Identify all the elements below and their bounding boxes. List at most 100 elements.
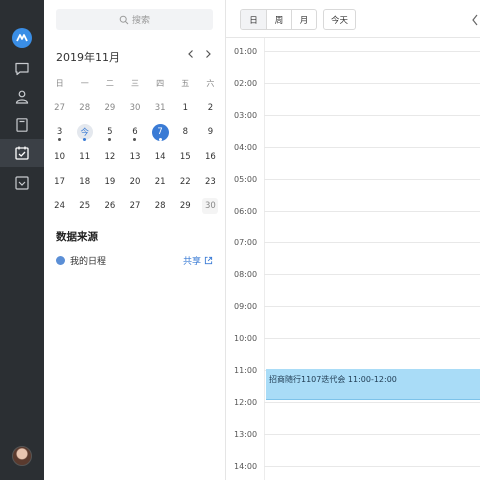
hour-label: 13:00 [234,429,258,439]
calendar-day[interactable]: 31 [148,96,173,121]
calendar-day[interactable]: 29 [97,96,122,121]
day-number: 3 [56,127,63,138]
calendar-source-item[interactable]: 我的日程 [56,254,106,267]
calendar-day[interactable]: 30 [198,194,223,219]
calendar-day[interactable]: 2 [198,96,223,121]
view-month-button[interactable]: 月 [291,10,316,29]
calendar-day[interactable]: 19 [97,169,122,194]
hour-row: 08:00 [226,261,480,293]
hour-row: 10:00 [226,325,480,357]
day-number: 30 [202,198,219,215]
event-dot [158,137,162,141]
calendar-day[interactable]: 1 [173,96,198,121]
app-rail [0,0,44,480]
month-label: 2019年11月 [56,51,120,64]
day-number: 6 [132,127,138,138]
hour-label: 04:00 [234,142,258,152]
view-week-button[interactable]: 周 [266,10,291,29]
calendar-day[interactable]: 29 [173,194,198,219]
side-panel: 搜索 2019年11月 日 一 二 三 四 五 六 27 28 29 30 31… [44,0,226,480]
calendar-day[interactable]: 16 [198,145,223,170]
calendar-day[interactable]: 3 [47,120,72,145]
calendar-event[interactable]: 招商随行1107迭代会 11:00-12:00 [266,369,480,400]
calendar-day[interactable]: 12 [97,145,122,170]
calendar-day[interactable]: 18 [72,169,97,194]
event-dot [133,137,137,141]
calendar-day[interactable]: 17 [47,169,72,194]
calendar-day[interactable]: 23 [198,169,223,194]
calendar-day-selected[interactable]: 7 [148,120,173,145]
chevron-right-icon [206,50,211,58]
calendar-day[interactable]: 27 [47,96,72,121]
calendar-day[interactable]: 15 [173,145,198,170]
search-input[interactable]: 搜索 [56,9,213,30]
calendar-day[interactable]: 11 [72,145,97,170]
calendar-week: 27 28 29 30 31 1 2 [47,96,223,121]
hour-label: 06:00 [234,206,258,216]
user-avatar[interactable] [12,446,32,466]
hour-row: 04:00 [226,134,480,166]
hour-label: 09:00 [234,302,258,312]
event-dot [58,137,62,141]
inbox-icon[interactable] [0,169,44,197]
hour-label: 07:00 [234,238,258,248]
weekday-label: 三 [130,78,139,88]
calendar-day[interactable]: 8 [173,120,198,145]
calendar-day[interactable]: 5 [97,120,122,145]
calendar-day[interactable]: 13 [122,145,147,170]
docs-icon[interactable] [0,111,44,139]
calendar-icon[interactable] [0,139,44,167]
calendar-day[interactable]: 21 [148,169,173,194]
mini-calendar: 日 一 二 三 四 五 六 27 28 29 30 31 1 2 3 今 5 6… [47,71,223,219]
hour-label: 02:00 [234,78,258,88]
calendar-day[interactable]: 27 [122,194,147,219]
logo-icon[interactable] [12,28,32,48]
weekday-label: 六 [206,78,215,88]
hour-label: 05:00 [234,174,258,184]
today-button[interactable]: 今天 [323,9,356,30]
event-dot [83,137,87,141]
next-month-button[interactable] [201,47,215,61]
weekday-label: 一 [80,78,89,88]
external-link-icon [204,256,213,265]
hour-row: 02:00 [226,70,480,102]
chat-icon[interactable] [0,55,44,83]
hour-row: 03:00 [226,102,480,134]
hour-label: 11:00 [234,366,258,375]
hour-row: 01:00 [226,38,480,70]
calendar-day[interactable]: 14 [148,145,173,170]
calendar-week: 17 18 19 20 21 22 23 [47,169,223,194]
calendar-day-today[interactable]: 今 [72,120,97,145]
calendar-day[interactable]: 9 [198,120,223,145]
prev-day-button[interactable] [470,12,480,26]
prev-month-button[interactable] [184,47,198,61]
calendar-source-label: 我的日程 [70,257,107,267]
calendar-day[interactable]: 25 [72,194,97,219]
search-icon [119,15,129,24]
hour-row: 13:00 [226,421,480,453]
hour-label: 12:00 [234,397,258,407]
hour-row: 14:00 [226,453,480,480]
calendar-week: 10 11 12 13 14 15 16 [47,145,223,170]
view-day-button[interactable]: 日 [241,10,266,29]
share-label: 共享 [183,257,202,267]
weekday-header: 日 一 二 三 四 五 六 [47,71,223,96]
calendar-day[interactable]: 20 [122,169,147,194]
calendar-day[interactable]: 22 [173,169,198,194]
weekday-label: 二 [105,78,114,88]
calendar-day[interactable]: 6 [122,120,147,145]
chevron-left-icon [472,14,478,26]
calendar-day[interactable]: 28 [72,96,97,121]
calendar-day[interactable]: 24 [47,194,72,219]
weekday-label: 日 [55,78,64,88]
share-button[interactable]: 共享 [183,254,213,267]
contacts-icon[interactable] [0,83,44,111]
calendar-day[interactable]: 28 [148,194,173,219]
day-grid[interactable]: 01:00 02:00 03:00 04:00 05:00 06:00 07:0… [226,38,480,480]
calendar-day[interactable]: 10 [47,145,72,170]
hour-label: 10:00 [234,334,258,344]
hour-row: 06:00 [226,198,480,230]
calendar-day[interactable]: 26 [97,194,122,219]
search-placeholder: 搜索 [131,16,150,26]
calendar-day[interactable]: 30 [122,96,147,121]
